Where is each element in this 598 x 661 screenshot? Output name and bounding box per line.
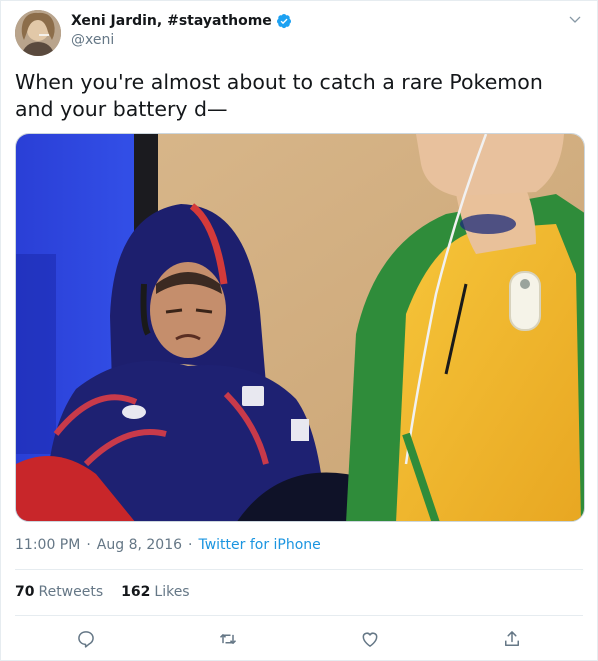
retweet-button[interactable] (216, 627, 240, 651)
reply-icon (78, 631, 94, 648)
tweet-text: When you're almost about to catch a rare… (15, 70, 543, 121)
display-name[interactable]: Xeni Jardin, #stayathome (71, 13, 272, 29)
tweet-photo[interactable] (15, 133, 585, 522)
likes-stat[interactable]: 162 Likes (121, 584, 189, 600)
user-handle[interactable]: @xeni (71, 32, 292, 48)
tweet-header: Xeni Jardin, #stayathome @xeni (15, 10, 583, 56)
likes-count: 162 (121, 584, 151, 600)
retweets-label: Retweets (38, 584, 104, 600)
tweet-card: Xeni Jardin, #stayathome @xeni When you'… (0, 0, 598, 661)
tweet-date[interactable]: Aug 8, 2016 (97, 537, 182, 553)
share-button[interactable] (500, 627, 524, 651)
likes-label: Likes (154, 584, 190, 600)
divider-bottom (15, 615, 583, 616)
author-info: Xeni Jardin, #stayathome @xeni (71, 13, 292, 48)
meta-separator: · (86, 537, 91, 553)
tweet-meta: 11:00 PM · Aug 8, 2016 · Twitter for iPh… (15, 537, 321, 553)
retweets-count: 70 (15, 584, 35, 600)
tweet-actions (15, 627, 583, 651)
tweet-time[interactable]: 11:00 PM (15, 537, 80, 553)
tweet-stats: 70 Retweets 162 Likes (15, 584, 190, 600)
retweets-stat[interactable]: 70 Retweets (15, 584, 103, 600)
chevron-down-icon[interactable] (567, 12, 583, 28)
reply-button[interactable] (74, 627, 98, 651)
tweet-source-link[interactable]: Twitter for iPhone (198, 537, 320, 553)
meta-separator-2: · (188, 537, 193, 553)
avatar[interactable] (15, 10, 61, 56)
verified-badge-icon (276, 14, 291, 29)
retweet-icon (219, 634, 237, 644)
like-button[interactable] (358, 627, 382, 651)
like-icon (362, 632, 378, 647)
share-icon (505, 631, 519, 646)
divider-top (15, 569, 583, 570)
